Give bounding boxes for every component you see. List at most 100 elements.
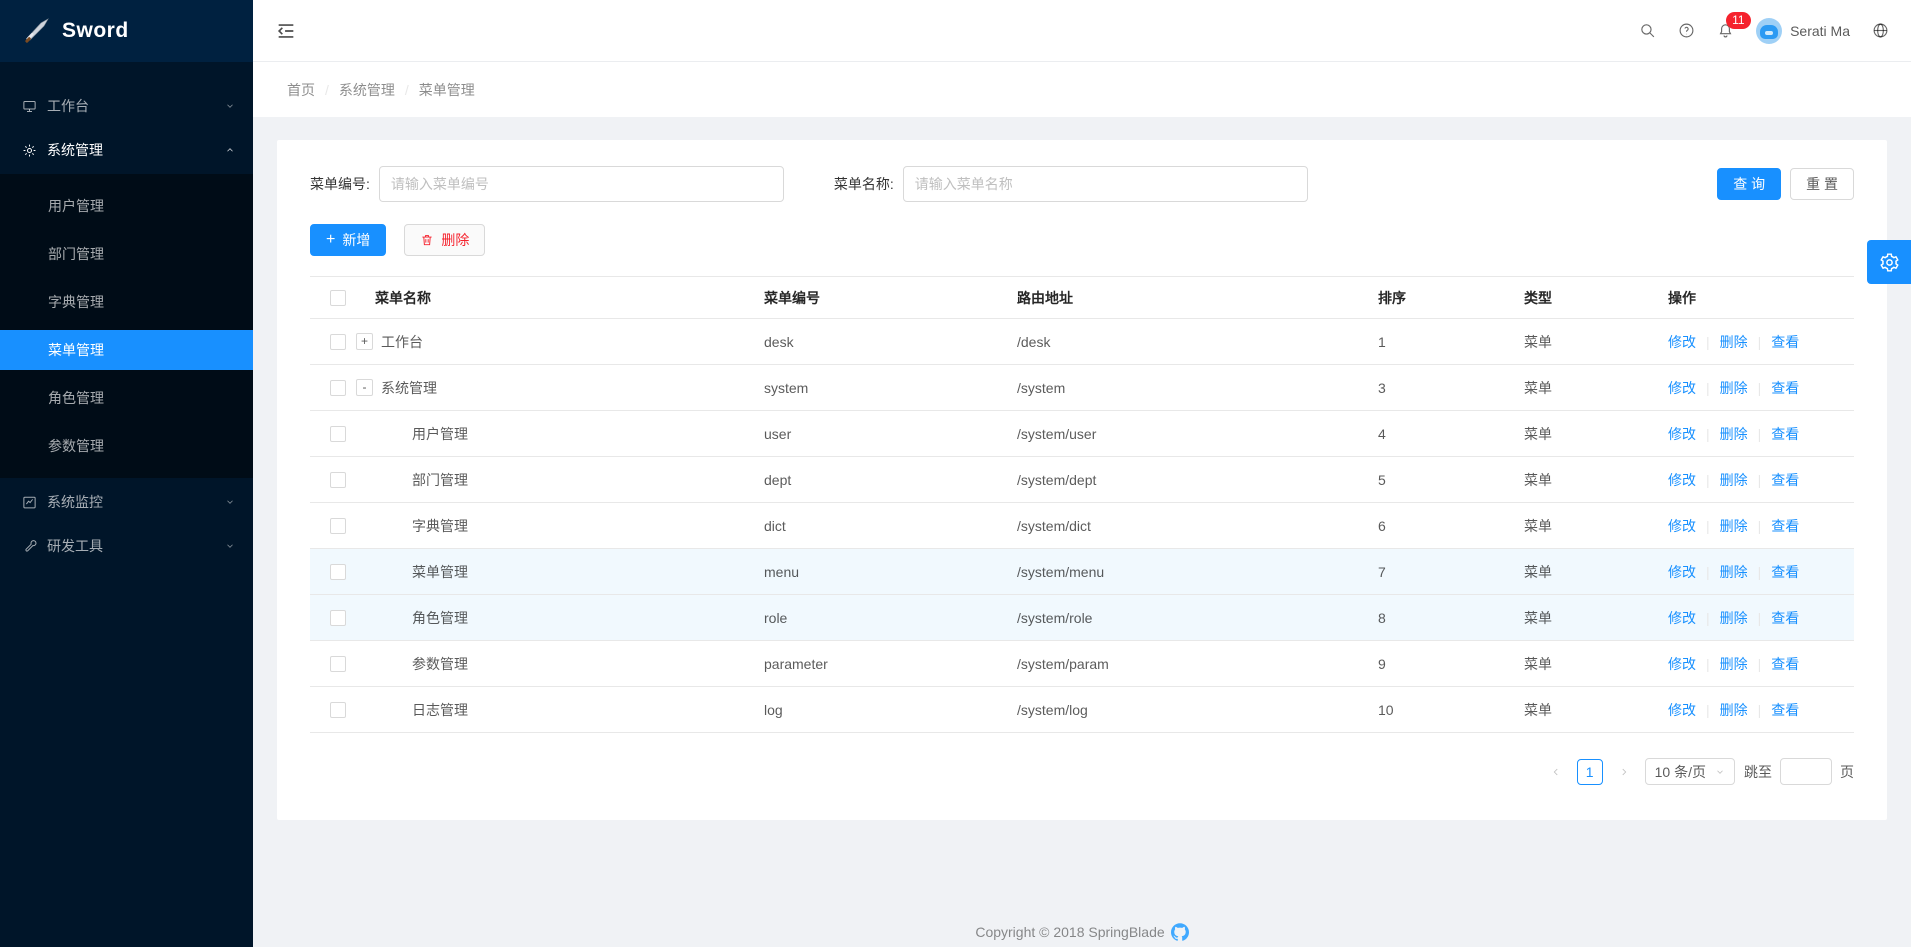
- row-checkbox[interactable]: [330, 656, 346, 672]
- user-menu[interactable]: Serati Ma: [1756, 18, 1850, 44]
- action-0[interactable]: 修改: [1668, 700, 1696, 720]
- menu-name-input[interactable]: [903, 166, 1308, 202]
- breadcrumb: 首页 / 系统管理 / 菜单管理: [253, 62, 1911, 117]
- action-1[interactable]: 删除: [1720, 424, 1748, 444]
- sidebar-item-devtools[interactable]: 研发工具: [0, 526, 253, 566]
- main-area: 11 Serati Ma 首页 / 系统管理 / 菜单管理 菜单编号: 菜单名称…: [253, 0, 1911, 947]
- action-1[interactable]: 删除: [1720, 608, 1748, 628]
- add-button[interactable]: +新增: [310, 224, 386, 256]
- row-checkbox[interactable]: [330, 380, 346, 396]
- select-all-checkbox[interactable]: [330, 290, 346, 306]
- page-size-select[interactable]: 10 条/页: [1645, 758, 1735, 785]
- action-2[interactable]: 查看: [1771, 700, 1799, 720]
- action-2[interactable]: 查看: [1771, 332, 1799, 352]
- action-2[interactable]: 查看: [1771, 470, 1799, 490]
- table-row: 参数管理 parameter /system/param 9 菜单 修改|删除|…: [310, 641, 1854, 687]
- menu-code-input[interactable]: [379, 166, 784, 202]
- action-2[interactable]: 查看: [1771, 654, 1799, 674]
- github-icon[interactable]: [1171, 923, 1189, 941]
- sidebar-subitem-label: 菜单管理: [48, 340, 104, 360]
- action-1[interactable]: 删除: [1720, 562, 1748, 582]
- breadcrumb-system[interactable]: 系统管理: [339, 80, 395, 100]
- cell-name: 用户管理: [356, 424, 736, 444]
- sidebar-subitem-role[interactable]: 角色管理: [0, 378, 253, 418]
- row-checkbox[interactable]: [330, 518, 346, 534]
- column-header: 菜单名称: [375, 288, 431, 308]
- gear-icon: [1879, 252, 1900, 273]
- action-2[interactable]: 查看: [1771, 608, 1799, 628]
- page-number-button[interactable]: 1: [1577, 759, 1603, 785]
- settings-drawer-toggle[interactable]: [1867, 240, 1911, 284]
- cell-name: - 系统管理: [356, 378, 736, 398]
- breadcrumb-home[interactable]: 首页: [287, 80, 315, 100]
- prev-page-button[interactable]: [1544, 759, 1568, 785]
- action-1[interactable]: 删除: [1720, 470, 1748, 490]
- globe-icon[interactable]: [1872, 22, 1889, 39]
- action-separator: |: [1706, 518, 1710, 534]
- tree-expander[interactable]: +: [356, 333, 373, 350]
- sidebar-item-monitor[interactable]: 系统监控: [0, 482, 253, 522]
- pagination: 1 10 条/页 跳至 页: [310, 758, 1854, 785]
- action-0[interactable]: 修改: [1668, 332, 1696, 352]
- action-0[interactable]: 修改: [1668, 470, 1696, 490]
- sidebar-item-system[interactable]: 系统管理: [0, 130, 253, 170]
- action-1[interactable]: 删除: [1720, 654, 1748, 674]
- action-0[interactable]: 修改: [1668, 378, 1696, 398]
- action-1[interactable]: 删除: [1720, 332, 1748, 352]
- user-name: Serati Ma: [1790, 23, 1850, 39]
- sidebar-subitem-dept[interactable]: 部门管理: [0, 234, 253, 274]
- sidebar-item-workbench[interactable]: 工作台: [0, 86, 253, 126]
- notifications-button[interactable]: 11: [1717, 22, 1734, 39]
- delete-button[interactable]: 删除: [404, 224, 485, 256]
- chevron-down-icon: [225, 541, 235, 551]
- action-1[interactable]: 删除: [1720, 378, 1748, 398]
- sidebar-subitem-label: 用户管理: [48, 196, 104, 216]
- row-checkbox[interactable]: [330, 426, 346, 442]
- gear-icon: [22, 143, 37, 158]
- logo[interactable]: Sword: [0, 0, 253, 62]
- chevron-down-icon: [1715, 767, 1725, 777]
- menu-fold-icon[interactable]: [275, 20, 297, 42]
- action-2[interactable]: 查看: [1771, 378, 1799, 398]
- menu-sort: 9: [1349, 656, 1495, 672]
- sword-icon: [22, 16, 52, 46]
- action-1[interactable]: 删除: [1720, 516, 1748, 536]
- copyright-text: Copyright © 2018 SpringBlade: [975, 924, 1164, 940]
- action-1[interactable]: 删除: [1720, 700, 1748, 720]
- cell-name: 参数管理: [356, 654, 736, 674]
- search-icon[interactable]: [1639, 22, 1656, 39]
- action-separator: |: [1706, 334, 1710, 350]
- action-0[interactable]: 修改: [1668, 654, 1696, 674]
- action-2[interactable]: 查看: [1771, 516, 1799, 536]
- sidebar-subitem-user[interactable]: 用户管理: [0, 186, 253, 226]
- action-0[interactable]: 修改: [1668, 424, 1696, 444]
- sidebar-item-label: 工作台: [47, 96, 225, 116]
- next-page-button[interactable]: [1612, 759, 1636, 785]
- row-checkbox[interactable]: [330, 472, 346, 488]
- action-2[interactable]: 查看: [1771, 424, 1799, 444]
- row-checkbox[interactable]: [330, 702, 346, 718]
- jump-page-input[interactable]: [1780, 758, 1832, 785]
- question-circle-icon[interactable]: [1678, 22, 1695, 39]
- menu-code: menu: [736, 564, 989, 580]
- action-0[interactable]: 修改: [1668, 608, 1696, 628]
- tree-expander[interactable]: -: [356, 379, 373, 396]
- menu-name: 日志管理: [412, 700, 468, 720]
- row-checkbox[interactable]: [330, 610, 346, 626]
- menu-route: /system/role: [989, 610, 1349, 626]
- row-checkbox[interactable]: [330, 564, 346, 580]
- reset-button[interactable]: 重 置: [1790, 168, 1854, 200]
- sidebar-subitem-menu[interactable]: 菜单管理: [0, 330, 253, 370]
- breadcrumb-separator: /: [325, 82, 329, 98]
- row-checkbox[interactable]: [330, 334, 346, 350]
- sidebar-subitem-param[interactable]: 参数管理: [0, 426, 253, 466]
- menu-name: 角色管理: [412, 608, 468, 628]
- search-button[interactable]: 查 询: [1717, 168, 1781, 200]
- table-row: 角色管理 role /system/role 8 菜单 修改|删除|查看: [310, 595, 1854, 641]
- menu-code: dept: [736, 472, 989, 488]
- sidebar-subitem-dict[interactable]: 字典管理: [0, 282, 253, 322]
- action-0[interactable]: 修改: [1668, 516, 1696, 536]
- row-actions: 修改|删除|查看: [1639, 562, 1854, 582]
- action-2[interactable]: 查看: [1771, 562, 1799, 582]
- action-0[interactable]: 修改: [1668, 562, 1696, 582]
